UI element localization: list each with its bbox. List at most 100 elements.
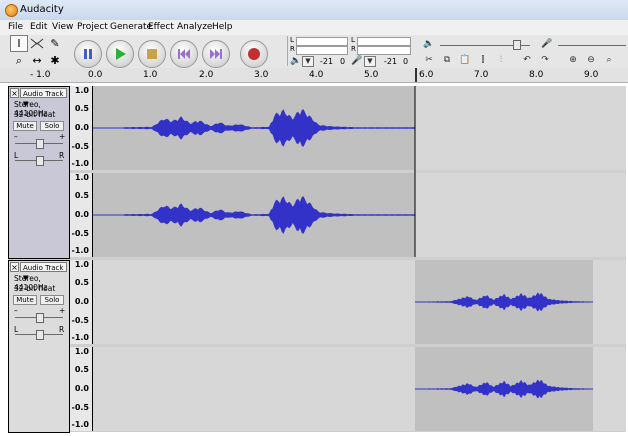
input-volume-slider-track[interactable] bbox=[558, 45, 626, 46]
track-control-panel[interactable]: × Audio Track ▼ Stereo, 44100Hz 32-bit f… bbox=[8, 260, 70, 433]
track-close-button[interactable]: × bbox=[10, 88, 19, 98]
ruler-tick: 4.0 bbox=[309, 70, 324, 80]
scale-label: -0.5 bbox=[71, 229, 90, 238]
scale-label: 0.0 bbox=[74, 123, 89, 132]
track-vertical-ruler: 1.0 0.5 0.0 -0.5 -1.0 bbox=[70, 86, 93, 170]
mute-button[interactable]: Mute bbox=[13, 121, 37, 131]
menu-file[interactable]: File bbox=[8, 22, 23, 32]
window-title: Audacity bbox=[20, 4, 64, 15]
pause-button[interactable] bbox=[74, 40, 102, 68]
pan-left-label: L bbox=[14, 325, 19, 334]
fit-selection-icon[interactable]: ⌕ bbox=[602, 53, 616, 67]
ruler-tick: 0.0 bbox=[88, 70, 103, 80]
track-bits-label: 32-bit float bbox=[14, 284, 56, 293]
track-vertical-ruler: 1.0 0.5 0.0 -0.5 -1.0 bbox=[70, 260, 93, 344]
ruler-tick: 3.0 bbox=[254, 70, 269, 80]
menu-bar: File Edit View Project Generate Effect A… bbox=[0, 20, 628, 35]
scale-label: -0.5 bbox=[71, 316, 90, 325]
timeline-ruler[interactable]: - 1.0 0.0 1.0 2.0 3.0 4.0 5.0 6.0 7.0 8.… bbox=[0, 68, 628, 83]
track-bits-label: 32-bit float bbox=[14, 110, 56, 119]
track-name-menu[interactable]: Audio Track ▼ bbox=[20, 262, 67, 282]
menu-view[interactable]: View bbox=[52, 22, 73, 32]
input-zero-label: 0 bbox=[403, 57, 409, 66]
output-db-label: -21 bbox=[320, 57, 334, 66]
menu-edit[interactable]: Edit bbox=[30, 22, 47, 32]
menu-effect[interactable]: Effect bbox=[148, 22, 174, 32]
play-button[interactable] bbox=[106, 40, 134, 68]
zoom-tool-icon[interactable]: ⌕ bbox=[10, 52, 28, 69]
input-meter-left bbox=[357, 37, 411, 46]
skip-to-end-button[interactable] bbox=[202, 40, 230, 68]
copy-icon[interactable]: ⧉ bbox=[440, 53, 454, 67]
track-name-label: Audio Track bbox=[23, 264, 64, 272]
gain-plus-label: + bbox=[59, 132, 66, 141]
menu-generate[interactable]: Generate bbox=[110, 22, 152, 32]
ruler-tick: 9.0 bbox=[584, 70, 599, 80]
ruler-tick: 2.0 bbox=[199, 70, 214, 80]
gain-minus-label: – bbox=[14, 306, 18, 315]
track-name-label: Audio Track bbox=[23, 90, 64, 98]
redo-icon[interactable]: ↷ bbox=[538, 53, 552, 67]
ruler-tick: - 1.0 bbox=[30, 70, 51, 80]
ruler-tick: 1.0 bbox=[143, 70, 158, 80]
waveform-display[interactable] bbox=[93, 86, 626, 432]
scale-label: -1.0 bbox=[71, 420, 90, 429]
trim-icon[interactable]: ⫿ bbox=[476, 53, 490, 67]
track-vertical-ruler: 1.0 0.5 0.0 -0.5 -1.0 bbox=[70, 347, 93, 431]
timeshift-tool-icon[interactable]: ↔ bbox=[28, 52, 46, 69]
input-meter-right bbox=[357, 46, 411, 55]
output-meter-dropdown-icon[interactable]: ▼ bbox=[302, 56, 314, 67]
multi-tool-icon[interactable]: ✱ bbox=[46, 52, 64, 69]
pan-slider-knob[interactable] bbox=[36, 156, 44, 166]
selection-tool-icon[interactable]: I bbox=[10, 35, 28, 52]
stop-button[interactable] bbox=[138, 40, 166, 68]
output-meter-r-label: R bbox=[290, 45, 295, 53]
toolbar-divider bbox=[287, 36, 288, 66]
zoom-out-icon[interactable]: ⊖ bbox=[584, 53, 598, 67]
output-meter-left bbox=[296, 37, 348, 46]
scale-label: 0.5 bbox=[74, 191, 89, 200]
envelope-tool-icon[interactable] bbox=[28, 35, 46, 52]
menu-help[interactable]: Help bbox=[212, 22, 233, 32]
title-bar: Audacity bbox=[0, 0, 628, 21]
solo-button[interactable]: Solo bbox=[40, 295, 64, 305]
microphone-icon[interactable]: 🎤 bbox=[350, 54, 364, 68]
scale-label: -1.0 bbox=[71, 246, 90, 255]
gain-minus-label: – bbox=[14, 132, 18, 141]
ruler-tick: 8.0 bbox=[529, 70, 544, 80]
speaker-icon[interactable]: 🔈 bbox=[289, 54, 303, 68]
skip-to-start-button[interactable] bbox=[170, 40, 198, 68]
mute-button[interactable]: Mute bbox=[13, 295, 37, 305]
pan-slider-knob[interactable] bbox=[36, 330, 44, 340]
scale-label: 0.0 bbox=[74, 210, 89, 219]
undo-icon[interactable]: ↶ bbox=[520, 53, 534, 67]
paste-icon[interactable]: 📋 bbox=[458, 53, 472, 67]
input-db-label: -21 bbox=[384, 57, 398, 66]
output-volume-icon: 🔈 bbox=[423, 39, 435, 49]
input-meter-r-label: R bbox=[351, 45, 356, 53]
gain-slider-knob[interactable] bbox=[36, 313, 44, 323]
scale-label: 0.0 bbox=[74, 384, 89, 393]
solo-button[interactable]: Solo bbox=[40, 121, 64, 131]
output-zero-label: 0 bbox=[340, 57, 346, 66]
menu-project[interactable]: Project bbox=[77, 22, 108, 32]
record-button[interactable] bbox=[240, 40, 268, 68]
track-control-panel[interactable]: × Audio Track ▼ Stereo, 44100Hz 32-bit f… bbox=[8, 86, 70, 259]
track-area[interactable]: × Audio Track ▼ Stereo, 44100Hz 32-bit f… bbox=[8, 86, 626, 433]
track-close-button[interactable]: × bbox=[10, 262, 19, 272]
cut-icon[interactable]: ✂ bbox=[422, 53, 436, 67]
scale-label: 0.0 bbox=[74, 297, 89, 306]
track-name-menu[interactable]: Audio Track ▼ bbox=[20, 88, 67, 108]
menu-analyze[interactable]: Analyze bbox=[177, 22, 212, 32]
scale-label: -0.5 bbox=[71, 142, 90, 151]
zoom-in-icon[interactable]: ⊕ bbox=[566, 53, 580, 67]
scale-label: 0.5 bbox=[74, 365, 89, 374]
output-volume-slider-knob[interactable] bbox=[513, 40, 521, 50]
silence-icon[interactable]: ⫶ bbox=[494, 53, 508, 67]
scale-label: -1.0 bbox=[71, 333, 90, 342]
draw-tool-icon[interactable]: ✎ bbox=[46, 35, 64, 52]
ruler-cursor-marker bbox=[415, 68, 417, 82]
input-meter-dropdown-icon[interactable]: ▼ bbox=[364, 56, 376, 67]
gain-slider-knob[interactable] bbox=[36, 139, 44, 149]
scale-label: 1.0 bbox=[74, 173, 89, 182]
